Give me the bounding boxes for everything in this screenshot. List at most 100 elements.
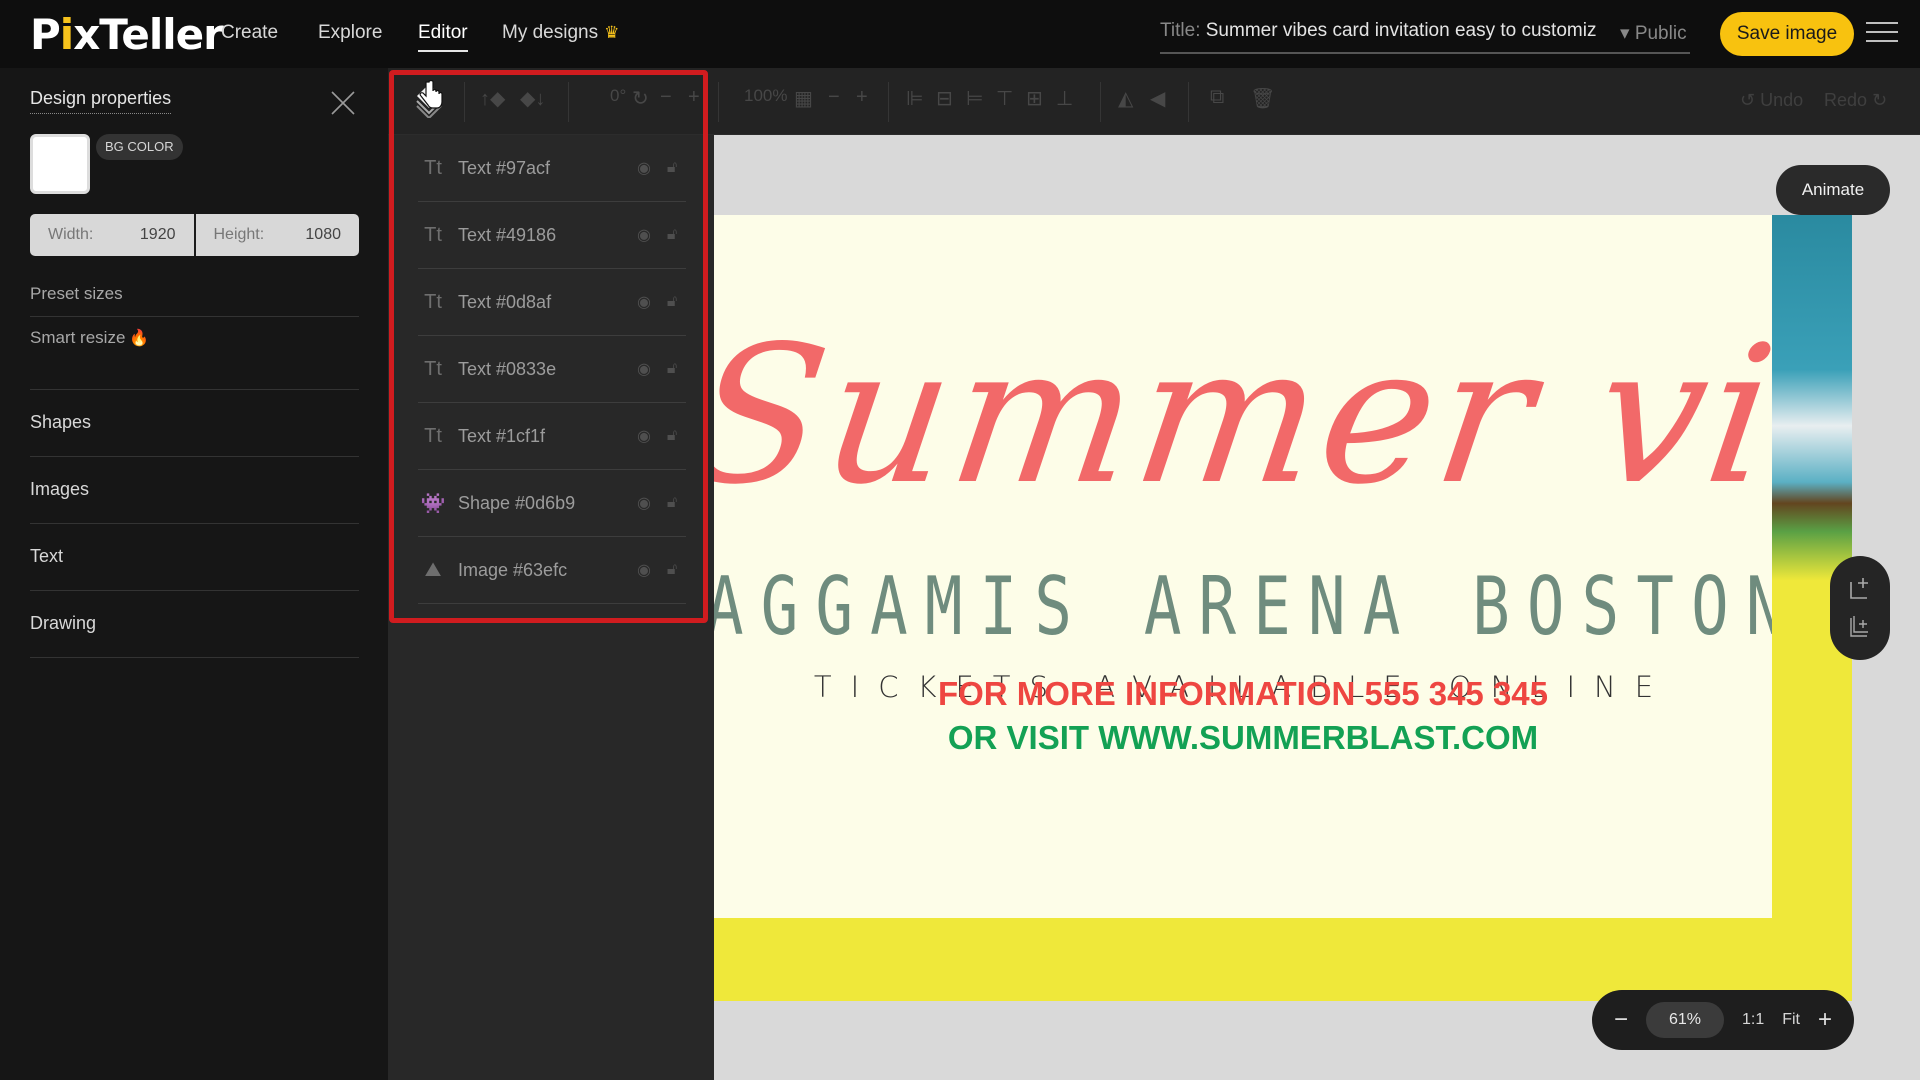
hamburger-menu-icon[interactable] — [1866, 22, 1898, 46]
eye-icon[interactable]: ◉ — [630, 560, 658, 580]
align-bottom-icon[interactable]: ⊥ — [1056, 86, 1073, 111]
add-page-icon[interactable] — [1849, 576, 1873, 600]
smart-resize-link[interactable]: Smart resize 🔥 — [30, 328, 149, 348]
smart-resize-label: Smart resize — [30, 328, 126, 347]
layer-row[interactable]: Tt Text #0d8af ◉ 🔓︎ — [418, 269, 686, 336]
logo-text-rest: xTeller — [73, 10, 224, 59]
nav-my-designs-label: My designs — [502, 22, 599, 43]
opacity-value[interactable]: 100% — [744, 86, 787, 106]
bg-color-swatch[interactable] — [30, 134, 90, 194]
duplicate-page-icon[interactable] — [1849, 614, 1873, 638]
layer-row[interactable]: Tt Text #1cf1f ◉ 🔓︎ — [418, 403, 686, 470]
unlock-icon[interactable]: 🔓︎ — [658, 494, 686, 512]
bring-forward-icon[interactable]: ↑◆ — [480, 86, 505, 111]
image-layer-icon: ⛰ — [424, 558, 442, 581]
text-layer-icon: Tt — [424, 156, 442, 179]
layer-row[interactable]: ⛰ Image #63efc ◉ 🔓︎ — [418, 537, 686, 604]
eye-icon[interactable]: ◉ — [630, 225, 658, 245]
rotate-icon[interactable]: ↻ — [632, 86, 649, 111]
nav-editor[interactable]: Editor — [418, 22, 468, 52]
opacity-plus-icon[interactable]: + — [856, 86, 868, 109]
flip-vertical-icon[interactable]: ◀ — [1150, 86, 1165, 111]
duplicate-icon[interactable]: ⧉ — [1210, 86, 1224, 109]
layer-row[interactable]: Tt Text #97acf ◉ 🔓︎ — [418, 135, 686, 202]
divider — [30, 316, 359, 317]
visibility-dropdown[interactable]: ▾ Public — [1620, 22, 1687, 45]
info-text[interactable]: FOR MORE INFORMATION 555 345 345 — [714, 675, 1772, 713]
zoom-in-button[interactable]: + — [1818, 1006, 1832, 1034]
width-field[interactable]: Width: 1920 — [30, 214, 194, 256]
redo-button[interactable]: Redo ↻ — [1824, 90, 1887, 111]
unlock-icon[interactable]: 🔓︎ — [658, 293, 686, 311]
delete-icon[interactable]: 🗑 — [1250, 86, 1275, 111]
crown-icon: ♛ — [604, 23, 620, 42]
zoom-actual-size-button[interactable]: 1:1 — [1742, 1011, 1764, 1029]
venue-text[interactable]: AGGAMIS ARENA BOSTON — [714, 560, 1772, 653]
close-icon[interactable] — [330, 90, 356, 116]
animate-button[interactable]: Animate — [1776, 165, 1890, 215]
design-properties-sidebar: Design properties BG COLOR Width: 1920 He… — [0, 68, 388, 1080]
save-image-button[interactable]: Save image — [1720, 12, 1854, 56]
rotation-value[interactable]: 0° — [610, 86, 626, 106]
logo-text-i: i — [59, 10, 74, 59]
toolbar-separator — [888, 82, 889, 122]
eye-icon[interactable]: ◉ — [630, 292, 658, 312]
invitation-card[interactable]: Summer vibes AGGAMIS ARENA BOSTON TICKET… — [714, 215, 1772, 918]
toolbar-separator — [1100, 82, 1101, 122]
eye-icon[interactable]: ◉ — [630, 359, 658, 379]
flip-horizontal-icon[interactable]: ◭ — [1118, 86, 1133, 111]
title-value: Summer vibes card invitation easy to cus… — [1205, 20, 1597, 41]
zoom-level[interactable]: 61% — [1646, 1002, 1724, 1038]
redo-icon: ↻ — [1872, 90, 1888, 110]
layer-row[interactable]: Tt Text #49186 ◉ 🔓︎ — [418, 202, 686, 269]
opacity-minus-icon[interactable]: − — [828, 86, 840, 109]
unlock-icon[interactable]: 🔓︎ — [658, 561, 686, 579]
sidebar-item-drawing[interactable]: Drawing — [30, 613, 96, 634]
preset-sizes-link[interactable]: Preset sizes — [30, 284, 123, 304]
pixteller-logo[interactable]: PixTeller — [30, 10, 224, 59]
width-label: Width: — [48, 226, 94, 243]
align-top-icon[interactable]: ⊤ — [996, 86, 1013, 111]
sidebar-item-shapes[interactable]: Shapes — [30, 412, 91, 433]
align-left-icon[interactable]: ⊫ — [906, 86, 923, 111]
align-right-icon[interactable]: ⊨ — [966, 86, 983, 111]
divider — [30, 456, 359, 457]
sidebar-item-images[interactable]: Images — [30, 479, 89, 500]
height-field[interactable]: Height: 1080 — [193, 214, 360, 256]
undo-button[interactable]: ↺ Undo — [1740, 90, 1803, 111]
sidebar-title: Design properties — [30, 88, 172, 114]
nav-explore[interactable]: Explore — [318, 22, 382, 44]
unlock-icon[interactable]: 🔓︎ — [658, 226, 686, 244]
unlock-icon[interactable]: 🔓︎ — [658, 427, 686, 445]
visit-text[interactable]: OR VISIT WWW.SUMMERBLAST.COM — [714, 719, 1772, 757]
layer-row[interactable]: Tt Text #0833e ◉ 🔓︎ — [418, 336, 686, 403]
layer-name: Text #49186 — [458, 224, 557, 245]
rotate-plus-icon[interactable]: + — [688, 86, 700, 109]
layer-name: Text #97acf — [458, 157, 551, 178]
nav-create[interactable]: Create — [221, 22, 278, 44]
eye-icon[interactable]: ◉ — [630, 426, 658, 446]
transparency-icon[interactable]: ▦ — [794, 86, 813, 111]
design-title-text[interactable]: Summer vibes — [714, 305, 1772, 526]
top-header: PixTeller Create Explore Editor My desig… — [0, 0, 1920, 68]
shape-layer-icon: 👾 — [420, 492, 446, 515]
design-title-input[interactable]: Title: Summer vibes card invitation easy… — [1160, 20, 1690, 54]
align-center-icon[interactable]: ⊟ — [936, 86, 953, 111]
canvas-dimensions: Width: 1920 Height: 1080 — [30, 214, 359, 256]
divider — [30, 590, 359, 591]
sidebar-item-text[interactable]: Text — [30, 546, 63, 567]
send-backward-icon[interactable]: ◆↓ — [520, 86, 545, 111]
zoom-fit-button[interactable]: Fit — [1782, 1011, 1800, 1029]
canvas-area[interactable]: Summer vibes AGGAMIS ARENA BOSTON TICKET… — [714, 135, 1920, 1080]
align-middle-icon[interactable]: ⊞ — [1026, 86, 1043, 111]
yellow-background-strip[interactable] — [714, 918, 1852, 1001]
unlock-icon[interactable]: 🔓︎ — [658, 159, 686, 177]
layer-row[interactable]: 👾 Shape #0d6b9 ◉ 🔓︎ — [418, 470, 686, 537]
nav-my-designs[interactable]: My designs ♛ — [502, 22, 619, 44]
eye-icon[interactable]: ◉ — [630, 158, 658, 178]
eye-icon[interactable]: ◉ — [630, 493, 658, 513]
unlock-icon[interactable]: 🔓︎ — [658, 360, 686, 378]
design-canvas[interactable]: Summer vibes AGGAMIS ARENA BOSTON TICKET… — [714, 215, 1852, 1001]
rotate-minus-icon[interactable]: − — [660, 86, 672, 109]
zoom-out-button[interactable]: − — [1614, 1006, 1628, 1034]
